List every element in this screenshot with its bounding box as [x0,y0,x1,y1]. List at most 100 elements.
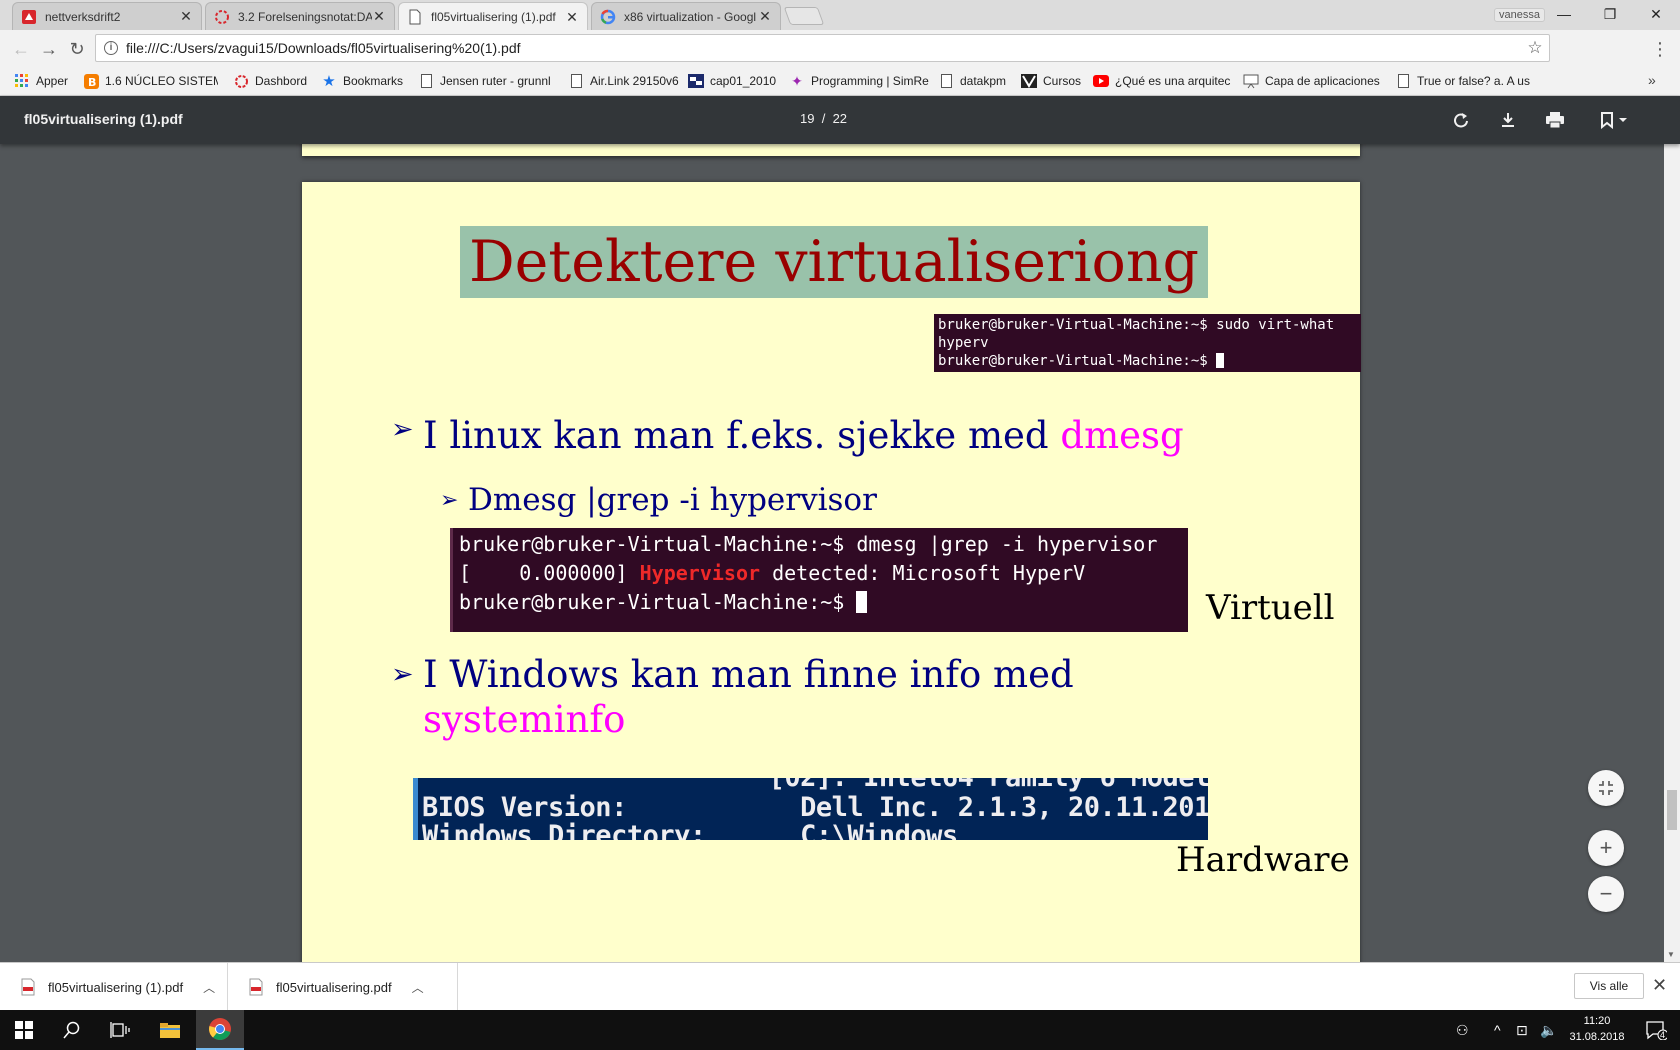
profile-button[interactable]: vanessa [1494,8,1545,22]
bookmark-jensen[interactable]: Jensen ruter - grunnl [418,72,556,90]
action-center-icon[interactable]: 4 [1632,1010,1680,1050]
page-icon [938,73,954,89]
pdf-viewer[interactable]: Detektere virtualiseriong bruker@bruker-… [0,144,1680,962]
zoom-in-button[interactable]: + [1588,830,1624,866]
chevron-double-right-icon[interactable]: » [1648,72,1656,88]
windows-taskbar: ⚇ ^ ⊡ 🔈 11:20 31.08.2018 4 [0,1010,1680,1050]
terminal-line: detected: Microsoft HyperV [760,561,1086,585]
bookmark-datakpm[interactable]: datakpm [938,72,1006,90]
url-input[interactable] [126,40,1521,56]
tab-pdf-active[interactable]: fl05virtualisering (1).pdf ✕ [398,2,588,31]
bios-value: Dell Inc. 2.1.3, 20.11.2013 [626,792,1208,823]
print-icon[interactable] [1543,108,1567,132]
bullet-linux: ➢ I linux kan man f.eks. sjekke med dmes… [391,414,1184,457]
task-view-icon[interactable] [96,1010,144,1050]
slide-title: Detektere virtualiseriong [468,229,1200,295]
clock[interactable]: 11:20 31.08.2018 [1562,1013,1632,1045]
vertical-scrollbar[interactable]: ▲ ▼ [1664,96,1680,962]
bookmark-label: Capa de aplicaciones [1265,74,1380,88]
chrome-icon[interactable] [196,1010,244,1050]
fit-to-page-button[interactable] [1588,770,1624,806]
bookmark-menu-icon[interactable] [1596,108,1632,132]
orange-b-icon: B [83,73,99,89]
search-icon[interactable] [48,1010,96,1050]
bookmark-label: Apper [36,74,69,88]
arrow-bullet-icon: ➢ [391,659,414,690]
scrollbar-thumb[interactable] [1667,790,1677,830]
file-explorer-icon[interactable] [146,1010,194,1050]
volume-icon[interactable]: 🔈 [1540,1022,1557,1039]
bookmark-capa[interactable]: Capa de aplicaciones [1243,72,1380,90]
tab-title: fl05virtualisering (1).pdf [431,10,556,24]
bookmark-label: Cursos [1043,74,1082,88]
tab-nettverksdrift2[interactable]: nettverksdrift2 ✕ [12,2,202,30]
bookmark-cap01[interactable]: cap01_2010 [688,72,776,90]
forward-arrow-icon[interactable]: → [38,38,60,60]
bookmark-label: True or false? a. A use [1417,74,1530,88]
minimize-icon[interactable]: — [1550,4,1578,24]
tab-title: x86 virtualization - Googl [624,9,757,24]
slide-title-box: Detektere virtualiseriong [460,226,1208,298]
terminal-dmesg: bruker@bruker-Virtual-Machine:~$ dmesg |… [450,528,1188,632]
downloads-bar: fl05virtualisering (1).pdf ︿ fl05virtual… [0,962,1680,1011]
current-page[interactable]: 19 [800,111,814,126]
close-icon[interactable]: ✕ [565,9,579,26]
bookmark-true-false[interactable]: True or false? a. A use [1395,72,1530,90]
window-close-icon[interactable]: ✕ [1642,4,1670,24]
bios-label: Windows Directory: [422,820,706,840]
scroll-down-icon[interactable]: ▼ [1667,950,1675,959]
close-icon[interactable]: ✕ [372,8,386,25]
restore-icon[interactable]: ❐ [1596,4,1624,24]
tab-google-search[interactable]: x86 virtualization - Googl ✕ [591,2,781,30]
page-icon [418,73,434,89]
terminal-virt-what: bruker@bruker-Virtual-Machine:~$ sudo vi… [934,314,1361,372]
bookmark-dashbord[interactable]: Dashbord [233,72,307,90]
windows-start-icon[interactable] [0,1010,48,1050]
tab-strip: nettverksdrift2 ✕ 3.2 Forelseningsnotat:… [0,0,1680,31]
back-arrow-icon[interactable]: ← [10,38,32,60]
tab-title: 3.2 Forelseningsnotat:DA [238,9,372,24]
close-icon[interactable]: ✕ [758,8,772,25]
bullet-highlight: systeminfo [423,698,626,741]
network-icon[interactable]: ⊡ [1516,1022,1528,1039]
rotate-icon[interactable] [1449,108,1473,132]
purple-sparkle-icon: ✦ [791,72,803,89]
bookmark-bookmarks[interactable]: ★ Bookmarks [321,72,403,90]
address-bar[interactable]: i ☆ [95,34,1550,62]
download-item-1[interactable]: fl05virtualisering (1).pdf ︿ [0,963,228,1011]
chevron-up-icon[interactable]: ︿ [412,979,424,996]
bookmark-label: datakpm [960,74,1007,88]
download-name: fl05virtualisering.pdf [276,979,392,995]
download-icon[interactable] [1496,108,1520,132]
people-icon[interactable]: ⚇ [1456,1022,1469,1039]
kebab-menu-icon[interactable]: ⋮ [1650,38,1670,60]
bookmark-nucleo[interactable]: B 1.6 NÚCLEO SISTEMA [83,72,218,90]
info-icon[interactable]: i [104,41,118,55]
star-icon[interactable]: ☆ [1521,38,1549,58]
page-icon [1395,73,1411,89]
bookmark-label: cap01_2010 [710,74,777,88]
tab-forelesningsnotat[interactable]: 3.2 Forelseningsnotat:DA ✕ [205,2,395,30]
clock-time: 11:20 [1583,1015,1611,1027]
bookmark-programming[interactable]: ✦ Programming | SimRe [789,72,929,90]
bullet-windows: ➢ I Windows kan man finne info med syste… [391,652,1074,742]
terminal-line: bruker@bruker-Virtual-Machine:~$ dmesg |… [459,532,1158,556]
bookmark-airlink[interactable]: Air.Link 29150v6 [568,72,679,90]
close-icon[interactable]: ✕ [1652,975,1667,996]
label-virtuell: Virtuell [1206,588,1335,628]
terminal-line: hyperv [938,335,989,351]
sub-bullet-text: Dmesg |grep -i hypervisor [468,482,877,518]
bookmark-arquitectura[interactable]: ¿Qué es una arquitec [1093,72,1235,90]
zoom-out-button[interactable]: − [1588,876,1624,912]
chevron-up-icon[interactable]: ︿ [203,979,215,996]
new-tab-button[interactable] [783,7,825,25]
reload-icon[interactable]: ↻ [66,38,88,60]
close-icon[interactable]: ✕ [179,8,193,25]
google-icon [600,9,616,25]
terminal-line: bruker@bruker-Virtual-Machine:~$ [459,590,857,614]
bookmark-apps[interactable]: Apper [14,72,68,90]
bookmark-cursos[interactable]: Cursos [1021,72,1081,90]
download-item-2[interactable]: fl05virtualisering.pdf ︿ [228,963,458,1011]
show-all-button[interactable]: Vis alle [1574,973,1644,999]
chevron-up-icon[interactable]: ^ [1494,1022,1501,1038]
